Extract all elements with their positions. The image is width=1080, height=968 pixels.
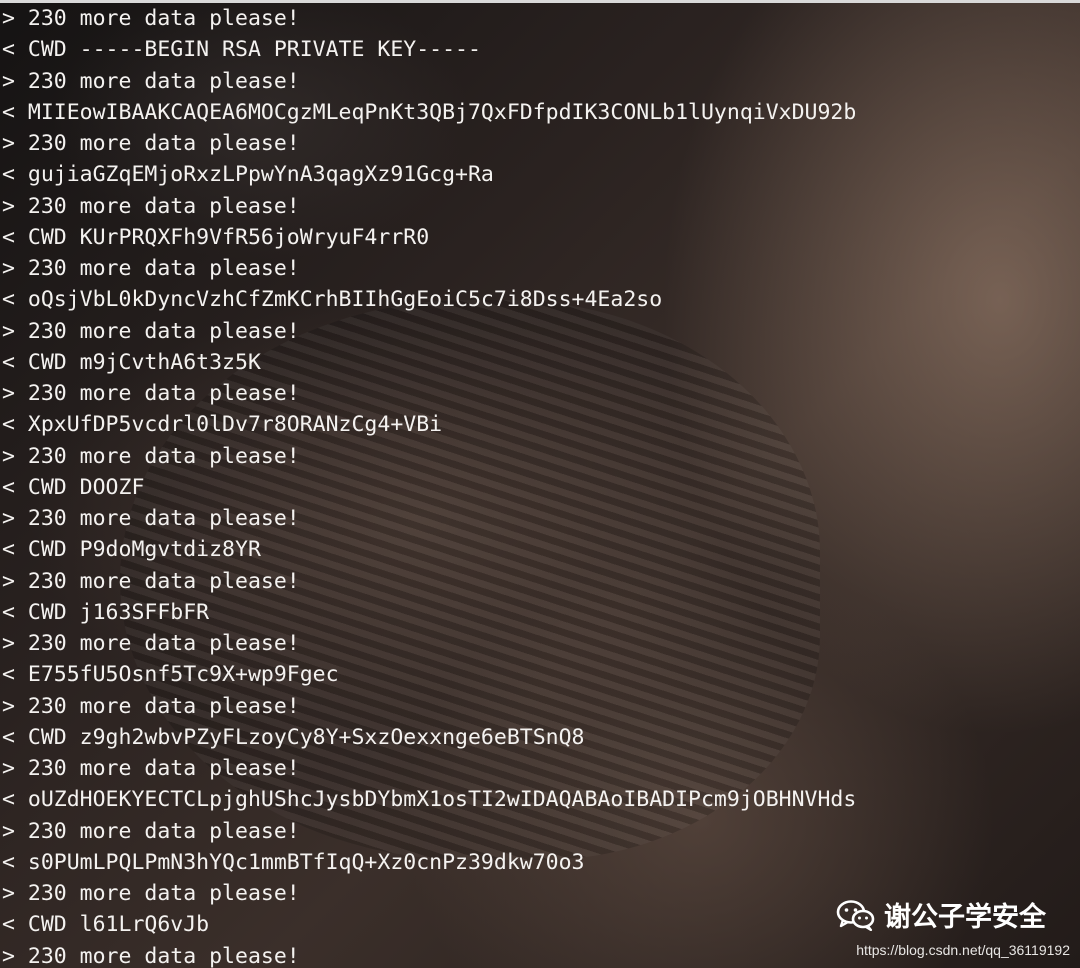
client-command-line: < CWD DOOZF	[2, 474, 145, 500]
server-response-line: > 230 more data please!	[2, 318, 300, 344]
server-response-line: > 230 more data please!	[2, 943, 300, 968]
server-response-line: > 230 more data please!	[2, 568, 300, 594]
client-command-line: < XpxUfDP5vcdrl0lDv7r8ORANzCg4+VBi	[2, 412, 443, 438]
client-command-line: < CWD P9doMgvtdiz8YR	[2, 537, 261, 563]
client-command-line: < CWD -----BEGIN RSA PRIVATE KEY-----	[2, 37, 481, 63]
client-command-line: < CWD m9jCvthA6t3z5K	[2, 349, 261, 375]
terminal-output: > 230 more data please! < CWD -----BEGIN …	[0, 3, 856, 968]
client-command-line: < E755fU5Osnf5Tc9X+wp9Fgec	[2, 662, 339, 688]
client-command-line: < gujiaGZqEMjoRxzLPpwYnA3qagXz91Gcg+Ra	[2, 162, 494, 188]
client-command-line: < oUZdHOEKYECTCLpjghUShcJysbDYbmX1osTI2w…	[2, 787, 857, 813]
server-response-line: > 230 more data please!	[2, 631, 300, 656]
server-response-line: > 230 more data please!	[2, 443, 300, 469]
terminal-window[interactable]: > 230 more data please! < CWD -----BEGIN …	[0, 0, 1080, 968]
client-command-line: < s0PUmLPQLPmN3hYQc1mmBTfIqQ+Xz0cnPz39dk…	[2, 849, 585, 875]
server-response-line: > 230 more data please!	[2, 818, 300, 844]
server-response-line: > 230 more data please!	[2, 506, 300, 531]
server-response-line: > 230 more data please!	[2, 131, 300, 156]
watermark-text: 谢公子学安全	[884, 902, 1046, 933]
client-command-line: < MIIEowIBAAKCAQEA6MOCgzMLeqPnKt3QBj7QxF…	[2, 99, 857, 125]
server-response-line: > 230 more data please!	[2, 256, 300, 281]
server-response-line: > 230 more data please!	[2, 756, 300, 781]
server-response-line: > 230 more data please!	[2, 6, 300, 31]
server-response-line: > 230 more data please!	[2, 381, 300, 406]
server-response-line: > 230 more data please!	[2, 193, 300, 219]
source-url: https://blog.csdn.net/qq_36119192	[856, 942, 1070, 958]
wechat-icon	[836, 899, 876, 931]
watermark: 谢公子学安全	[836, 895, 1046, 934]
server-response-line: > 230 more data please!	[2, 693, 300, 719]
server-response-line: > 230 more data please!	[2, 881, 300, 906]
client-command-line: < CWD j163SFFbFR	[2, 599, 210, 625]
server-response-line: > 230 more data please!	[2, 68, 300, 94]
client-command-line: < CWD z9gh2wbvPZyFLzoyCy8Y+SxzOexxnge6eB…	[2, 724, 585, 750]
client-command-line: < CWD l61LrQ6vJb	[2, 912, 210, 938]
client-command-line: < oQsjVbL0kDyncVzhCfZmKCrhBIIhGgEoiC5c7i…	[2, 287, 663, 313]
client-command-line: < CWD KUrPRQXFh9VfR56joWryuF4rrR0	[2, 224, 430, 250]
